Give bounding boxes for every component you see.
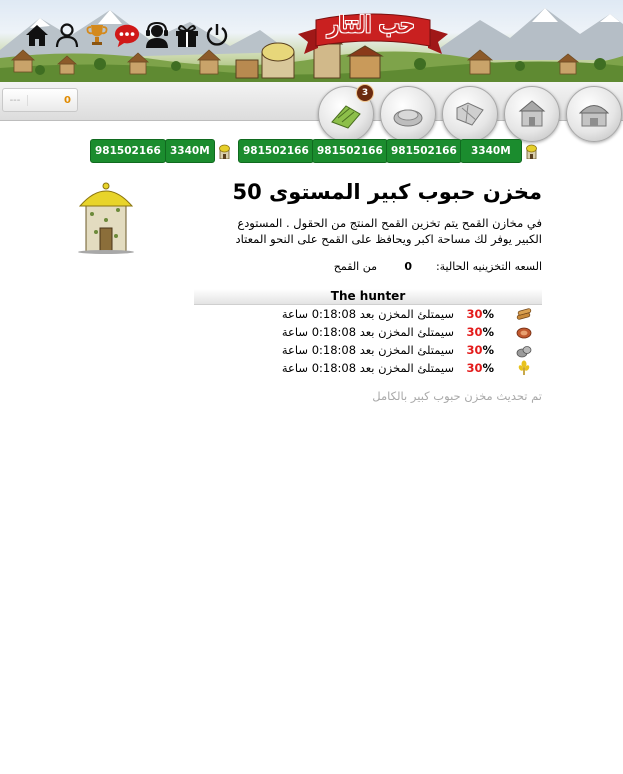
page-title: مخزن حبوب كبير المستوى 50	[232, 180, 542, 204]
fill-percent: 30%	[466, 361, 494, 375]
fill-row: 30% سيمتلئ المخزن بعد 0:18:08 ساعة	[190, 323, 542, 341]
map-circle[interactable]	[442, 86, 498, 142]
resource-bar: 981502166 3340M 981502166 981502166 9815…	[90, 139, 540, 163]
tower-icon	[525, 144, 537, 159]
top-icon-bar	[24, 20, 230, 50]
game-logo[interactable]: حب التتار	[298, 10, 448, 58]
header-banner: حب التتار	[0, 0, 623, 82]
home-icon[interactable]	[24, 20, 50, 50]
fill-percent: 30%	[466, 325, 494, 339]
support-icon[interactable]	[144, 20, 170, 50]
granary-icon	[78, 182, 134, 254]
resource-tower-2: 3340M	[460, 139, 539, 163]
wheat-field-icon	[331, 105, 361, 129]
fill-percent: 30%	[466, 343, 494, 357]
trophy-icon[interactable]	[84, 20, 110, 50]
building-circle-buttons: 3	[318, 84, 623, 142]
notification-badge: 3	[356, 84, 374, 102]
counter-box[interactable]: --- 0	[2, 88, 78, 112]
granary-image	[76, 180, 136, 254]
barracks-icon	[518, 100, 546, 127]
counter-value: 0	[64, 94, 71, 106]
fill-row: 30% سيمتلئ المخزن بعد 0:18:08 ساعة	[190, 305, 542, 323]
resource-value: 981502166	[386, 139, 462, 163]
resource-value: 3340M	[165, 139, 215, 163]
map-icon	[456, 102, 484, 126]
capacity-value: 0	[404, 260, 412, 273]
storage-capacity: السعه التخزينيه الحالية: 0 من القمح	[190, 259, 542, 275]
fill-time: سيمتلئ المخزن بعد 0:18:08 ساعة	[281, 343, 454, 357]
wheat-field-circle[interactable]: 3	[318, 84, 374, 142]
capacity-label: السعه التخزينيه الحالية:	[435, 260, 542, 273]
fill-time: سيمتلئ المخزن بعد 0:18:08 ساعة	[281, 307, 454, 321]
stone-icon	[516, 346, 532, 358]
capacity-unit: من القمح	[333, 260, 377, 273]
resource-value: 981502166	[238, 139, 314, 163]
power-icon[interactable]	[204, 20, 230, 50]
fill-row: 30% سيمتلئ المخزن بعد 0:18:08 ساعة	[190, 359, 542, 377]
logo-text: حب التتار	[327, 12, 415, 38]
resource-value: 981502166	[90, 139, 166, 163]
fill-row: 30% سيمتلئ المخزن بعد 0:18:08 ساعة	[190, 341, 542, 359]
tower-icon	[218, 144, 230, 159]
chat-icon[interactable]	[114, 20, 140, 50]
fill-percent: 30%	[466, 307, 494, 321]
storage-icon	[578, 105, 610, 127]
wheat-icon	[518, 360, 530, 375]
gift-icon[interactable]	[174, 20, 200, 50]
meat-icon	[516, 327, 532, 339]
building-description: في مخازن القمح يتم تخزين القمح المنتج من…	[235, 216, 542, 246]
farm-circle[interactable]	[380, 86, 436, 142]
barracks-circle[interactable]	[504, 86, 560, 142]
building-details: مخزن حبوب كبير المستوى 50 في مخازن القمح…	[190, 178, 542, 403]
upgrade-complete-note: تم تحديث مخزن حبوب كبير بالكامل	[372, 389, 542, 403]
resource-value: 981502166	[312, 139, 388, 163]
fill-time: سيمتلئ المخزن بعد 0:18:08 ساعة	[281, 325, 454, 339]
wood-icon	[516, 308, 532, 320]
resource-tower: 3340M	[165, 139, 232, 163]
hunter-header: The hunter	[194, 289, 542, 305]
storage-circle[interactable]	[566, 86, 622, 142]
farm-icon	[393, 109, 423, 127]
fill-time: سيمتلئ المخزن بعد 0:18:08 ساعة	[281, 361, 454, 375]
counter-dash: ---	[3, 94, 28, 106]
user-icon[interactable]	[54, 20, 80, 50]
resource-value: 3340M	[460, 139, 522, 163]
